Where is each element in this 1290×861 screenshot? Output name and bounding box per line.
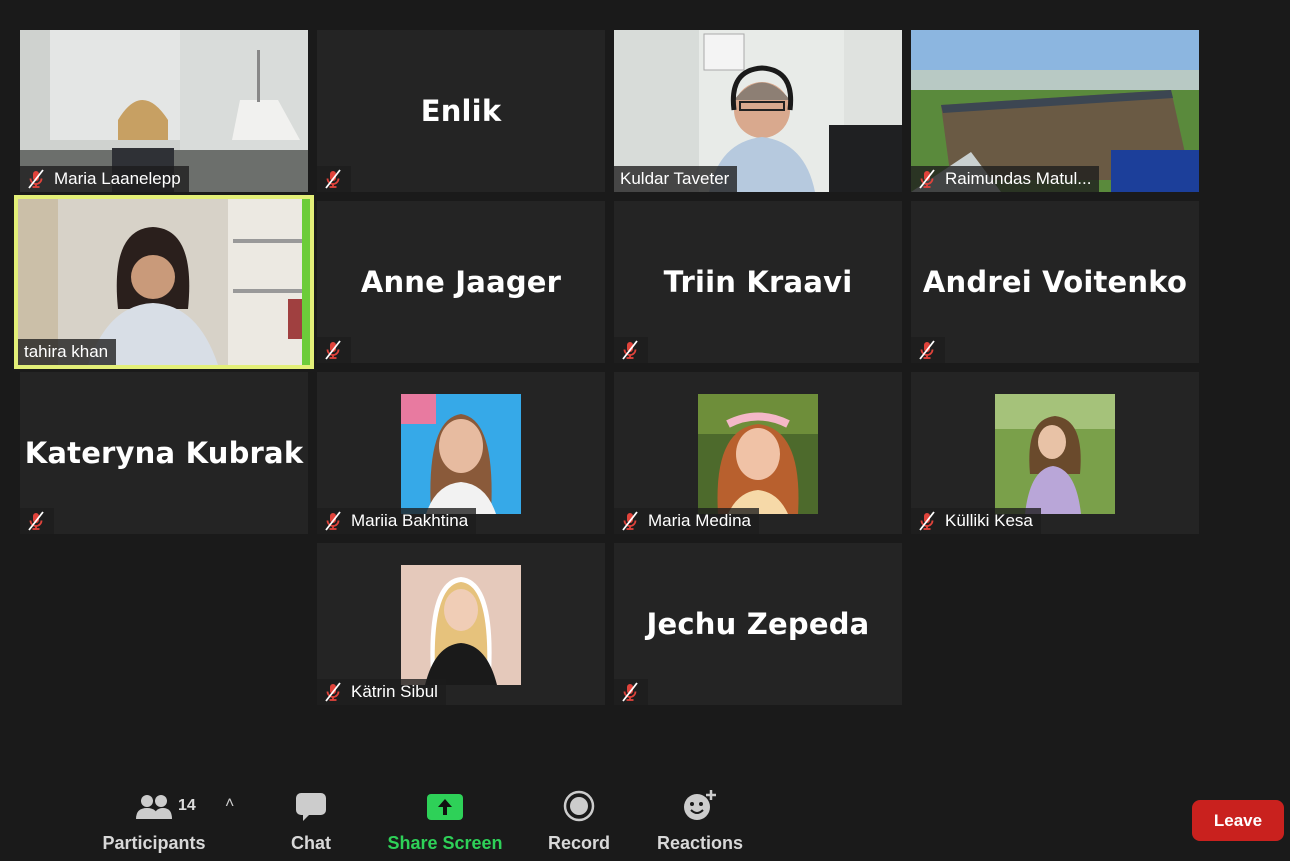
video-tile-tahira-khan[interactable]: tahira khan: [14, 195, 314, 369]
video-tile-jechu-zepeda[interactable]: Jechu Zepeda: [614, 543, 902, 705]
profile-photo: [995, 394, 1115, 514]
mic-muted-icon: [917, 169, 937, 189]
video-tile-katrin-sibul[interactable]: Kätrin Sibul: [317, 543, 605, 705]
record-button[interactable]: Record: [548, 785, 610, 855]
mic-muted-icon: [323, 169, 343, 189]
participants-label: Participants: [102, 833, 206, 853]
video-tile-maria-medina[interactable]: Maria Medina: [614, 372, 902, 534]
name-label: [317, 166, 351, 192]
meeting-toolbar: Participants 14 ˄ Chat Share Screen Reco…: [0, 775, 1290, 861]
participant-name: Kuldar Taveter: [620, 169, 730, 188]
name-label: [614, 337, 648, 363]
mic-muted-icon: [620, 340, 640, 360]
video-tile-mariia-bakhtina[interactable]: Mariia Bakhtina: [317, 372, 605, 534]
name-label: [20, 508, 54, 534]
leave-button[interactable]: Leave: [1192, 800, 1284, 841]
record-icon: [563, 790, 595, 822]
mic-muted-icon: [620, 511, 640, 531]
video-tile-raimundas[interactable]: Raimundas Matul...: [911, 30, 1199, 192]
name-label: tahira khan: [18, 339, 117, 365]
reactions-label: Reactions: [656, 833, 744, 853]
participant-name: Maria Medina: [648, 511, 751, 530]
chat-button[interactable]: Chat: [283, 785, 339, 855]
video-tile-maria-laanelepp[interactable]: Maria Laanelepp: [20, 30, 308, 192]
chat-label: Chat: [291, 833, 331, 853]
profile-photo: [401, 565, 521, 685]
name-label: Maria Medina: [614, 508, 759, 534]
name-label: [911, 337, 945, 363]
record-label: Record: [547, 833, 611, 853]
participants-count: 14: [178, 797, 196, 814]
video-tile-kateryna-kubrak[interactable]: Kateryna Kubrak: [20, 372, 308, 534]
mic-muted-icon: [917, 511, 937, 531]
participant-display-name: Kateryna Kubrak: [24, 436, 304, 470]
share-screen-button[interactable]: Share Screen: [387, 785, 503, 855]
mic-muted-icon: [26, 511, 46, 531]
participant-name: Külliki Kesa: [945, 511, 1033, 530]
name-label: Maria Laanelepp: [20, 166, 189, 192]
participant-display-name: Jechu Zepeda: [646, 607, 870, 641]
participant-name: Maria Laanelepp: [54, 169, 181, 188]
participant-name: Raimundas Matul...: [945, 169, 1092, 188]
participant-display-name: Andrei Voitenko: [922, 265, 1188, 299]
reactions-icon: [684, 790, 716, 820]
video-tile-anne-jaager[interactable]: Anne Jaager: [317, 201, 605, 363]
participant-name: Mariia Bakhtina: [351, 511, 469, 530]
reactions-button[interactable]: Reactions: [656, 785, 744, 855]
profile-photo: [401, 394, 521, 514]
profile-photo: [698, 394, 818, 514]
mic-muted-icon: [323, 682, 343, 702]
participant-display-name: Anne Jaager: [360, 265, 562, 299]
mic-muted-icon: [323, 340, 343, 360]
chevron-up-icon[interactable]: ˄: [225, 795, 234, 813]
name-label: Kuldar Taveter: [614, 166, 738, 192]
video-tile-kuldar-taveter[interactable]: Kuldar Taveter: [614, 30, 902, 192]
mic-muted-icon: [917, 340, 937, 360]
share-screen-icon: [427, 794, 463, 820]
participant-name: Kätrin Sibul: [351, 682, 438, 701]
name-label: Raimundas Matul...: [911, 166, 1100, 192]
chat-icon: [296, 793, 326, 821]
participant-display-name: Enlik: [420, 94, 502, 128]
video-tile-enlik[interactable]: Enlik: [317, 30, 605, 192]
name-label: Kätrin Sibul: [317, 679, 446, 705]
participants-icon: [136, 795, 172, 819]
participant-name: tahira khan: [24, 342, 109, 361]
mic-muted-icon: [323, 511, 343, 531]
participant-display-name: Triin Kraavi: [663, 265, 853, 299]
participants-button[interactable]: Participants: [102, 785, 206, 855]
share-screen-label: Share Screen: [387, 833, 503, 853]
name-label: [317, 337, 351, 363]
mic-muted-icon: [620, 682, 640, 702]
name-label: [614, 679, 648, 705]
video-tile-andrei-voitenko[interactable]: Andrei Voitenko: [911, 201, 1199, 363]
name-label: Mariia Bakhtina: [317, 508, 477, 534]
video-tile-kulliki-kesa[interactable]: Külliki Kesa: [911, 372, 1199, 534]
name-label: Külliki Kesa: [911, 508, 1041, 534]
video-tile-triin-kraavi[interactable]: Triin Kraavi: [614, 201, 902, 363]
mic-muted-icon: [26, 169, 46, 189]
